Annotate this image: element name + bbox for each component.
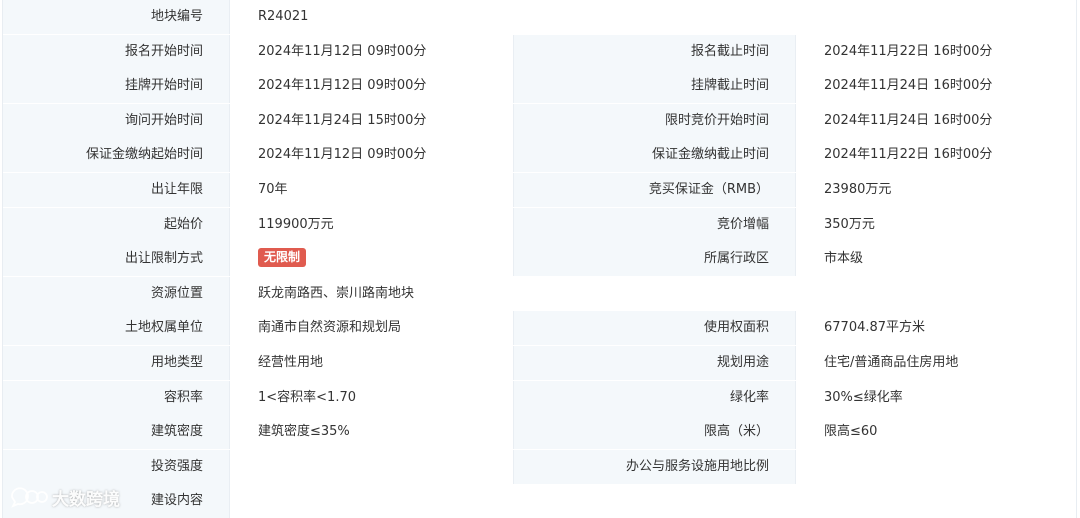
field-value: 无限制 <box>229 242 513 277</box>
field-label: 使用权面积 <box>513 311 795 346</box>
field-value: 经营性用地 <box>229 346 513 380</box>
field-label: 用地类型 <box>3 346 229 380</box>
field-label: 建设内容 <box>3 484 229 518</box>
field-value: 1<容积率<1.70 <box>229 380 513 415</box>
table-row: 挂牌开始时间 2024年11月12日 09时00分 挂牌截止时间 2024年11月24… <box>3 69 1076 104</box>
table-row: 出让限制方式 无限制 所属行政区 市本级 <box>3 242 1076 277</box>
field-value: 350万元 <box>795 207 1076 242</box>
table-row: 起始价 119900万元 竞价增幅 350万元 <box>3 207 1076 242</box>
field-label: 所属行政区 <box>513 242 795 277</box>
field-value: 67704.87平方米 <box>795 311 1076 346</box>
table-row: 保证金缴纳起始时间 2024年11月12日 09时00分 保证金缴纳截止时间 2024… <box>3 138 1076 173</box>
field-value: 建筑密度≤35% <box>229 415 513 450</box>
table-row: 建设内容 <box>3 484 1076 518</box>
field-label: 保证金缴纳截止时间 <box>513 138 795 173</box>
field-label: 出让限制方式 <box>3 242 229 277</box>
table-row: 报名开始时间 2024年11月12日 09时00分 报名截止时间 2024年11月22… <box>3 34 1076 69</box>
field-value: 南通市自然资源和规划局 <box>229 311 513 346</box>
table-row: 建筑密度 建筑密度≤35% 限高（米） 限高≤60 <box>3 415 1076 450</box>
table-row: 土地权属单位 南通市自然资源和规划局 使用权面积 67704.87平方米 <box>3 311 1076 346</box>
field-value: 住宅/普通商品住房用地 <box>795 346 1076 380</box>
field-label: 报名截止时间 <box>513 34 795 69</box>
field-label: 土地权属单位 <box>3 311 229 346</box>
field-label: 起始价 <box>3 207 229 242</box>
field-label: 投资强度 <box>3 449 229 484</box>
field-label: 办公与服务设施用地比例 <box>513 449 795 484</box>
field-label: 绿化率 <box>513 380 795 415</box>
field-value: 市本级 <box>795 242 1076 277</box>
field-value: 2024年11月12日 09时00分 <box>229 138 513 173</box>
table-row: 用地类型 经营性用地 规划用途 住宅/普通商品住房用地 <box>3 346 1076 380</box>
field-label: 竞价增幅 <box>513 207 795 242</box>
field-label: 挂牌开始时间 <box>3 69 229 104</box>
field-label: 容积率 <box>3 380 229 415</box>
field-label: 挂牌截止时间 <box>513 69 795 104</box>
table-row: 询问开始时间 2024年11月24日 15时00分 限时竞价开始时间 2024年11月… <box>3 103 1076 138</box>
field-value: 限高≤60 <box>795 415 1076 450</box>
field-value: 70年 <box>229 173 513 207</box>
field-value: 119900万元 <box>229 207 513 242</box>
field-label: 地块编号 <box>3 0 229 34</box>
field-label: 限时竞价开始时间 <box>513 103 795 138</box>
field-value <box>795 449 1076 484</box>
field-value <box>229 449 513 484</box>
field-value: 23980万元 <box>795 173 1076 207</box>
field-label: 资源位置 <box>3 276 229 311</box>
field-value: 30%≤绿化率 <box>795 380 1076 415</box>
field-value: 2024年11月24日 16时00分 <box>795 69 1076 104</box>
table-row: 出让年限 70年 竞买保证金（RMB） 23980万元 <box>3 173 1076 207</box>
field-label: 询问开始时间 <box>3 103 229 138</box>
field-value: 2024年11月12日 09时00分 <box>229 34 513 69</box>
field-value: 2024年11月24日 16时00分 <box>795 103 1076 138</box>
field-label: 建筑密度 <box>3 415 229 450</box>
field-label: 限高（米） <box>513 415 795 450</box>
field-value: R24021 <box>229 0 1076 34</box>
field-label: 竞买保证金（RMB） <box>513 173 795 207</box>
table-row: 容积率 1<容积率<1.70 绿化率 30%≤绿化率 <box>3 380 1076 415</box>
field-label: 规划用途 <box>513 346 795 380</box>
table-row: 投资强度 办公与服务设施用地比例 <box>3 449 1076 484</box>
field-value: 2024年11月24日 15时00分 <box>229 103 513 138</box>
status-badge: 无限制 <box>258 248 307 268</box>
field-value <box>229 484 1076 518</box>
field-value: 跃龙南路西、崇川路南地块 <box>229 276 1076 311</box>
land-parcel-info-table: 地块编号 R24021 报名开始时间 2024年11月12日 09时00分 报名截止时间… <box>2 0 1077 518</box>
field-label: 保证金缴纳起始时间 <box>3 138 229 173</box>
field-label: 出让年限 <box>3 173 229 207</box>
field-value: 2024年11月22日 16时00分 <box>795 34 1076 69</box>
field-label: 报名开始时间 <box>3 34 229 69</box>
table-row: 地块编号 R24021 <box>3 0 1076 34</box>
table-row: 资源位置 跃龙南路西、崇川路南地块 <box>3 276 1076 311</box>
field-value: 2024年11月22日 16时00分 <box>795 138 1076 173</box>
field-value: 2024年11月12日 09时00分 <box>229 69 513 104</box>
